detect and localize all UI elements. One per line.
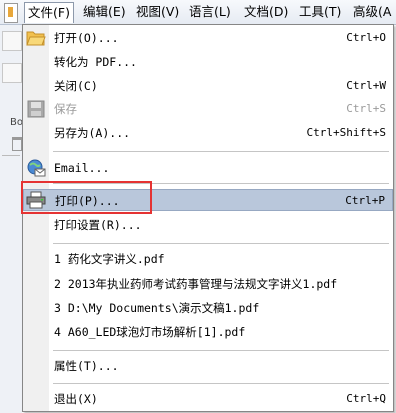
menu-separator [53,151,389,152]
trash-icon[interactable] [12,137,22,151]
menu-item-print[interactable]: 打印(P)... Ctrl+P [23,189,393,211]
menu-item-save[interactable]: 保存 Ctrl+S [23,98,393,120]
menu-tools[interactable]: 工具(T) [296,2,344,22]
menu-language[interactable]: 语言(L) [186,2,234,22]
menu-separator [53,243,389,244]
toolbar-grip-icon [4,3,18,23]
menu-advanced[interactable]: 高级(A [350,2,394,22]
toolbar-button[interactable] [2,31,22,51]
divider [2,155,20,156]
menu-item-properties[interactable]: 属性(T)... [23,355,393,377]
menu-edit[interactable]: 编辑(E) [80,2,129,22]
background-toolbar: Bo [0,25,23,413]
menu-separator [53,350,389,351]
menu-item-email[interactable]: Email... [23,157,393,179]
menu-item-convert-pdf[interactable]: 转化为 PDF... [23,51,393,73]
email-globe-icon [26,159,46,177]
file-menu-dropdown: 打开(O)... Ctrl+O 转化为 PDF... 关闭(C) Ctrl+W … [22,24,394,412]
menu-view[interactable]: 视图(V) [133,2,182,22]
menu-document[interactable]: 文档(D) [241,2,291,22]
recent-file-item[interactable]: 2 2013年执业药师考试药事管理与法规文字讲义1.pdf [23,273,393,295]
menu-item-open[interactable]: 打开(O)... Ctrl+O [23,27,393,49]
menu-item-save-as[interactable]: 另存为(A)... Ctrl+Shift+S [23,122,393,144]
printer-icon [26,191,46,209]
menu-separator [53,183,389,184]
menubar: 文件(F) 编辑(E) 视图(V) 语言(L) 文档(D) 工具(T) 高级(A [0,0,396,25]
menu-item-print-setup[interactable]: 打印设置(R)... [23,214,393,236]
menu-separator [53,383,389,384]
recent-file-item[interactable]: 1 药化文字讲义.pdf [23,248,393,270]
toolbar-button[interactable] [2,63,22,83]
recent-file-item[interactable]: 4 A60_LED球泡灯市场解析[1].pdf [23,321,393,343]
menu-file[interactable]: 文件(F) [24,2,74,23]
folder-open-icon [26,29,46,47]
menu-item-close[interactable]: 关闭(C) Ctrl+W [23,75,393,97]
floppy-disk-icon [26,100,46,118]
menu-item-exit[interactable]: 退出(X) Ctrl+Q [23,388,393,410]
recent-file-item[interactable]: 3 D:\My Documents\演示文稿1.pdf [23,297,393,319]
